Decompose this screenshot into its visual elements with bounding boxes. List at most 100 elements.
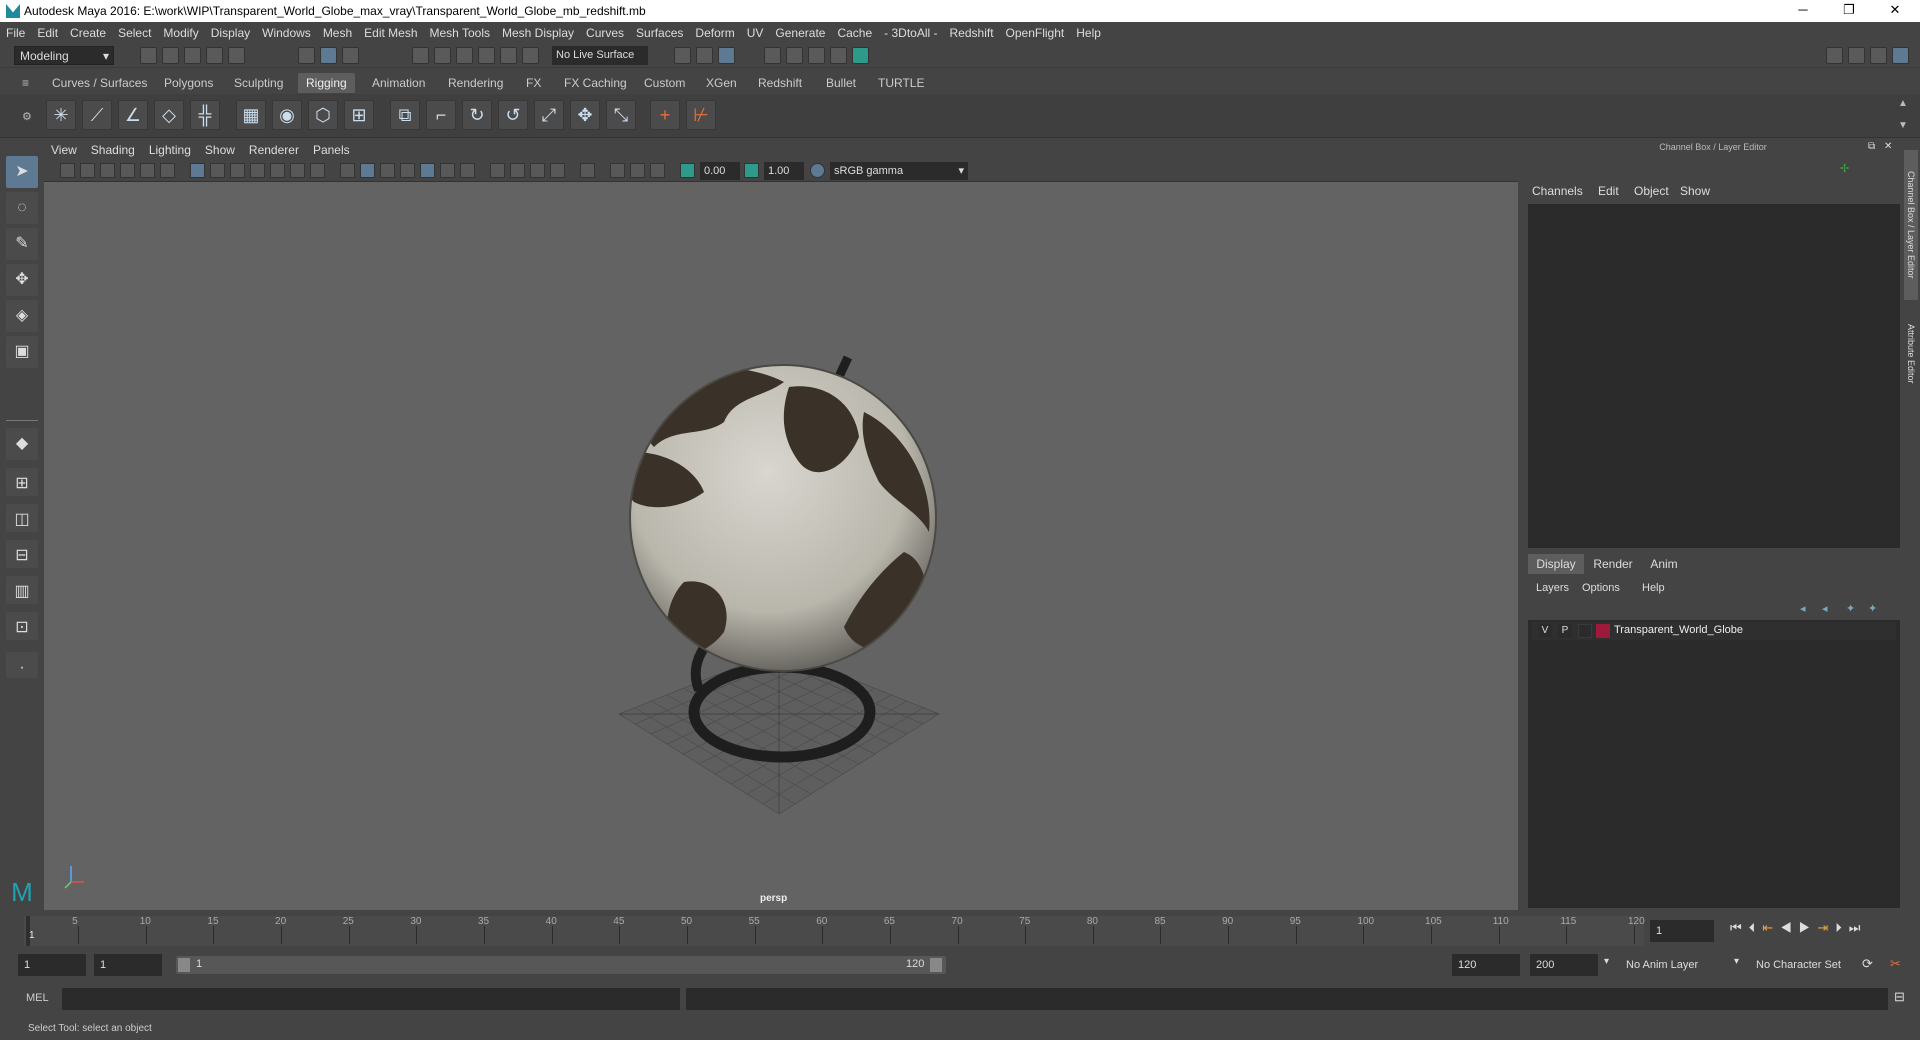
camera-select-icon[interactable]: [60, 163, 75, 178]
shelf-tab-custom[interactable]: Custom: [636, 73, 693, 93]
color-management-icon[interactable]: [810, 163, 825, 178]
range-bar[interactable]: 1 120: [176, 956, 946, 974]
shelf-scroll-up-icon[interactable]: ▲: [1898, 98, 1908, 109]
shelf-menu-icon[interactable]: ≡: [22, 76, 29, 90]
menu-edit-mesh[interactable]: Edit Mesh: [358, 22, 423, 44]
animation-end-field[interactable]: 200: [1530, 954, 1598, 976]
menu-help[interactable]: Help: [1070, 22, 1107, 44]
close-button[interactable]: ✕: [1872, 0, 1918, 22]
manipulator-icon[interactable]: ✢: [1840, 162, 1852, 175]
menu-mesh-display[interactable]: Mesh Display: [496, 22, 580, 44]
gate-mask-icon[interactable]: [250, 163, 265, 178]
shelf-scroll-down-icon[interactable]: ▼: [1898, 120, 1908, 131]
safe-action-icon[interactable]: [290, 163, 305, 178]
attribute-editor-toggle-icon[interactable]: [1870, 47, 1887, 64]
anim-layer-dropdown[interactable]: No Anim Layer: [1620, 954, 1740, 976]
exposure-field[interactable]: 0.00: [700, 162, 740, 180]
menu-edit[interactable]: Edit: [31, 22, 64, 44]
shelf-tab-fx-caching[interactable]: FX Caching: [556, 73, 635, 93]
bind-skin-icon[interactable]: ▦: [236, 100, 266, 130]
layer-tab-render[interactable]: Render: [1588, 554, 1638, 574]
field-chart-icon[interactable]: [270, 163, 285, 178]
output-ops-icon[interactable]: [696, 47, 713, 64]
xray-joints-icon[interactable]: [650, 163, 665, 178]
grease-pencil-icon[interactable]: [160, 163, 175, 178]
command-language-label[interactable]: MEL: [26, 992, 49, 1004]
orient-constraint-icon[interactable]: ↺: [498, 100, 528, 130]
side-by-side-layout-icon[interactable]: ◫: [6, 504, 38, 532]
locator-icon[interactable]: +: [650, 100, 680, 130]
pole-vector-icon[interactable]: ⤡: [606, 100, 636, 130]
menu-3dtoall[interactable]: - 3DtoAll -: [878, 22, 943, 44]
new-layer-icon[interactable]: ✦: [1846, 602, 1855, 615]
shelf-tab-animation[interactable]: Animation: [364, 73, 433, 93]
chevron-down-icon[interactable]: ▾: [1604, 956, 1609, 967]
menu-generate[interactable]: Generate: [769, 22, 831, 44]
menu-deform[interactable]: Deform: [689, 22, 740, 44]
layer-tab-display[interactable]: Display: [1528, 554, 1584, 574]
viewport-scene[interactable]: [44, 182, 1518, 910]
menu-openflight[interactable]: OpenFlight: [1000, 22, 1071, 44]
redo-icon[interactable]: [228, 47, 245, 64]
persp-uv-layout-icon[interactable]: ⊡: [6, 612, 38, 640]
menu-select[interactable]: Select: [112, 22, 157, 44]
use-all-lights-icon[interactable]: [440, 163, 455, 178]
move-layer-up-icon[interactable]: ◂: [1800, 602, 1806, 615]
safe-title-icon[interactable]: [310, 163, 325, 178]
save-scene-icon[interactable]: [184, 47, 201, 64]
shelf-options-icon[interactable]: ⚙: [22, 110, 32, 123]
textured-icon[interactable]: [420, 163, 435, 178]
render-settings-icon[interactable]: [830, 47, 847, 64]
isolate-select-icon[interactable]: [580, 163, 595, 178]
character-set-icon[interactable]: ⊬: [686, 100, 716, 130]
layer-menu-help[interactable]: Help: [1642, 582, 1665, 594]
menu-file[interactable]: File: [0, 22, 31, 44]
color-space-dropdown[interactable]: sRGB gamma ▾: [830, 162, 968, 180]
menu-create[interactable]: Create: [64, 22, 112, 44]
layer-row[interactable]: V P Transparent_World_Globe: [1532, 622, 1896, 640]
current-frame-field[interactable]: 1: [1650, 920, 1714, 942]
range-end-handle[interactable]: [930, 958, 942, 972]
shadows-icon[interactable]: [460, 163, 475, 178]
viewport-menu-view[interactable]: View: [44, 140, 84, 160]
shelf-tab-curves-surfaces[interactable]: Curves / Surfaces: [44, 73, 155, 93]
side-tab-channel-box[interactable]: Channel Box / Layer Editor: [1904, 150, 1918, 300]
cluster-icon[interactable]: ⊞: [344, 100, 374, 130]
scale-tool-icon[interactable]: ▣: [6, 336, 38, 368]
step-back-icon[interactable]: ⏴: [1749, 920, 1763, 935]
script-editor-icon[interactable]: ⊟: [1894, 989, 1905, 1005]
smooth-shade-icon[interactable]: [360, 163, 375, 178]
insert-joint-icon[interactable]: ◇: [154, 100, 184, 130]
single-pane-layout-icon[interactable]: ◆: [6, 428, 38, 460]
wireframe-icon[interactable]: [340, 163, 355, 178]
joint-tool-icon[interactable]: ✳: [46, 100, 76, 130]
menu-cache[interactable]: Cache: [831, 22, 878, 44]
four-pane-layout-icon[interactable]: ⊞: [6, 468, 38, 496]
motion-blur-icon[interactable]: [510, 163, 525, 178]
step-back-key-icon[interactable]: ⇤: [1762, 920, 1780, 935]
modeling-toolkit-icon[interactable]: [1848, 47, 1865, 64]
skeleton-icon[interactable]: ╬: [190, 100, 220, 130]
command-input[interactable]: [62, 988, 680, 1010]
two-d-pan-icon[interactable]: [140, 163, 155, 178]
side-tab-attribute-editor[interactable]: Attribute Editor: [1904, 308, 1918, 400]
layer-color-swatch[interactable]: [1596, 624, 1610, 638]
move-tool-icon[interactable]: ✥: [6, 264, 38, 296]
menu-windows[interactable]: Windows: [256, 22, 317, 44]
smooth-bind-icon[interactable]: ◉: [272, 100, 302, 130]
render-view-icon[interactable]: [764, 47, 781, 64]
shelf-tab-redshift[interactable]: Redshift: [750, 73, 810, 93]
grid-toggle-icon[interactable]: [190, 163, 205, 178]
menu-curves[interactable]: Curves: [580, 22, 630, 44]
play-backward-icon[interactable]: ◀: [1780, 920, 1799, 935]
character-set-dropdown[interactable]: No Character Set: [1750, 954, 1868, 976]
select-object-icon[interactable]: [320, 47, 337, 64]
menu-mesh[interactable]: Mesh: [317, 22, 358, 44]
channel-menu-channels[interactable]: Channels: [1532, 184, 1583, 198]
channel-menu-object[interactable]: Object: [1634, 184, 1669, 198]
viewport-menu-renderer[interactable]: Renderer: [242, 140, 306, 160]
xray-icon[interactable]: [610, 163, 625, 178]
aim-constraint-icon[interactable]: ✥: [570, 100, 600, 130]
rotate-tool-icon[interactable]: ◈: [6, 300, 38, 332]
paint-weights-icon[interactable]: ⧉: [390, 100, 420, 130]
